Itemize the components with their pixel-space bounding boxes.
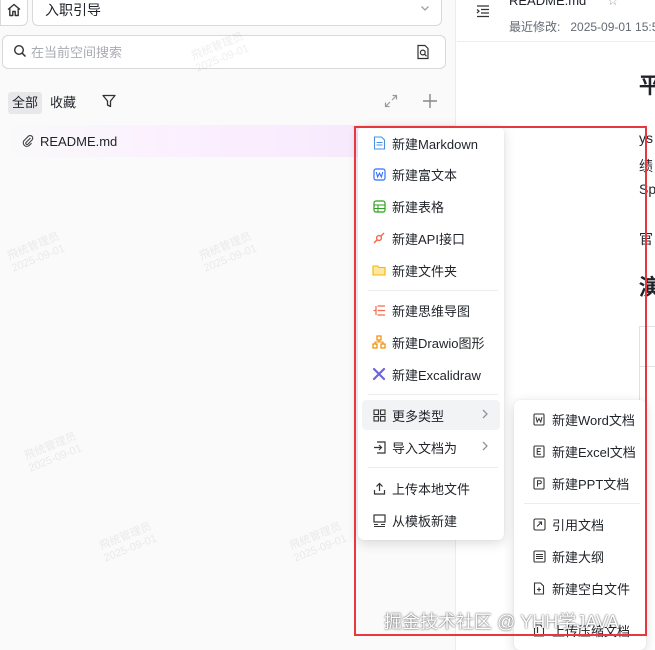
tab-favorites[interactable]: 收藏 <box>46 92 80 114</box>
outline-icon <box>532 549 546 563</box>
submenu-item-reference-doc[interactable]: 引用文档 <box>518 509 642 539</box>
table-border <box>639 326 655 327</box>
drawio-icon <box>372 335 386 349</box>
search-box[interactable] <box>2 35 446 69</box>
menu-separator <box>368 394 498 395</box>
chevron-right-icon <box>480 408 490 423</box>
modified-label: 最近修改: <box>509 20 561 34</box>
word-icon <box>532 412 546 426</box>
word-doc-icon <box>372 167 386 181</box>
doc-meta: 最近修改: 2025-09-01 15:5 <box>509 18 655 35</box>
submenu-item-upload-archive[interactable]: 上传压缩文档 <box>518 615 642 645</box>
submenu-item-new-ppt[interactable]: 新建PPT文档 <box>518 468 642 498</box>
submenu-item-new-word[interactable]: 新建Word文档 <box>518 404 642 434</box>
menu-separator <box>368 290 498 291</box>
space-selector[interactable]: 入职引导 <box>32 0 442 26</box>
menu-item-new-markdown[interactable]: 新建Markdown <box>362 128 500 158</box>
home-button[interactable] <box>0 0 28 26</box>
add-icon[interactable] <box>421 92 439 113</box>
mindmap-icon <box>372 303 386 317</box>
doc-text: ys <box>639 130 653 146</box>
excel-icon <box>532 444 546 458</box>
search-input[interactable] <box>31 44 391 60</box>
doc-title: README.md <box>509 0 587 8</box>
submenu-item-new-outline[interactable]: 新建大纲 <box>518 541 642 571</box>
doc-heading: 平 <box>639 73 655 98</box>
menu-item-new-mindmap[interactable]: 新建思维导图 <box>362 295 500 325</box>
spreadsheet-icon <box>372 199 386 213</box>
upload-icon <box>372 481 386 495</box>
tab-bar: 全部 收藏 <box>8 92 80 114</box>
markdown-file-icon <box>372 136 386 150</box>
menu-separator <box>368 467 498 468</box>
more-types-submenu: 新建Word文档 新建Excel文档 新建PPT文档 引用文档 新建大纲 新建空… <box>514 400 646 650</box>
menu-item-import[interactable]: 导入文档为 <box>362 432 500 462</box>
ppt-icon <box>532 476 546 490</box>
doc-header: README.md ☆ 最近修改: 2025-09-01 15:5 <box>457 0 655 42</box>
link-doc-icon <box>532 517 546 531</box>
menu-item-upload-local[interactable]: 上传本地文件 <box>362 473 500 503</box>
template-icon <box>372 513 386 527</box>
submenu-item-new-excel[interactable]: 新建Excel文档 <box>518 436 642 466</box>
menu-item-from-template[interactable]: 从模板新建 <box>362 505 500 535</box>
table-border <box>639 326 640 406</box>
menu-item-new-excalidraw[interactable]: 新建Excalidraw <box>362 359 500 389</box>
submenu-item-new-blank[interactable]: 新建空白文件 <box>518 573 642 603</box>
menu-separator <box>524 503 640 504</box>
table-border <box>639 366 655 367</box>
menu-item-new-api[interactable]: 新建API接口 <box>362 223 500 253</box>
filter-icon[interactable] <box>101 93 117 112</box>
menu-item-new-drawio[interactable]: 新建Drawio图形 <box>362 327 500 357</box>
menu-item-new-richtext[interactable]: 新建富文本 <box>362 159 500 189</box>
excalidraw-icon <box>372 367 386 381</box>
space-name: 入职引导 <box>45 2 101 18</box>
doc-text: 官 <box>639 231 653 247</box>
doc-heading: 演 <box>639 275 655 300</box>
outline-toggle-icon[interactable] <box>475 3 491 22</box>
attachment-icon <box>22 135 34 147</box>
advanced-search-icon[interactable] <box>415 44 431 63</box>
tree-item-label: README.md <box>40 133 118 149</box>
chevron-down-icon <box>419 1 431 17</box>
menu-item-new-sheet[interactable]: 新建表格 <box>362 191 500 221</box>
archive-icon <box>532 623 546 637</box>
doc-text: 绩 <box>639 158 653 174</box>
blank-file-icon <box>532 581 546 595</box>
menu-item-more-types[interactable]: 更多类型 <box>362 400 500 430</box>
new-item-menu: 新建Markdown 新建富文本 新建表格 新建API接口 新建文件夹 新建思维… <box>358 126 504 540</box>
folder-icon <box>372 263 386 277</box>
grid-icon <box>372 408 386 422</box>
import-icon <box>372 440 386 454</box>
home-icon <box>7 3 21 17</box>
space-bar: 入职引导 <box>0 0 446 26</box>
chevron-right-icon <box>480 440 490 455</box>
star-icon[interactable]: ☆ <box>607 0 619 9</box>
menu-item-new-folder[interactable]: 新建文件夹 <box>362 255 500 285</box>
modified-value: 2025-09-01 15:5 <box>570 20 655 34</box>
doc-text: Sp <box>639 181 655 197</box>
expand-icon[interactable] <box>384 94 398 111</box>
search-icon <box>13 44 27 61</box>
api-icon <box>372 231 386 245</box>
tab-all[interactable]: 全部 <box>8 92 43 114</box>
